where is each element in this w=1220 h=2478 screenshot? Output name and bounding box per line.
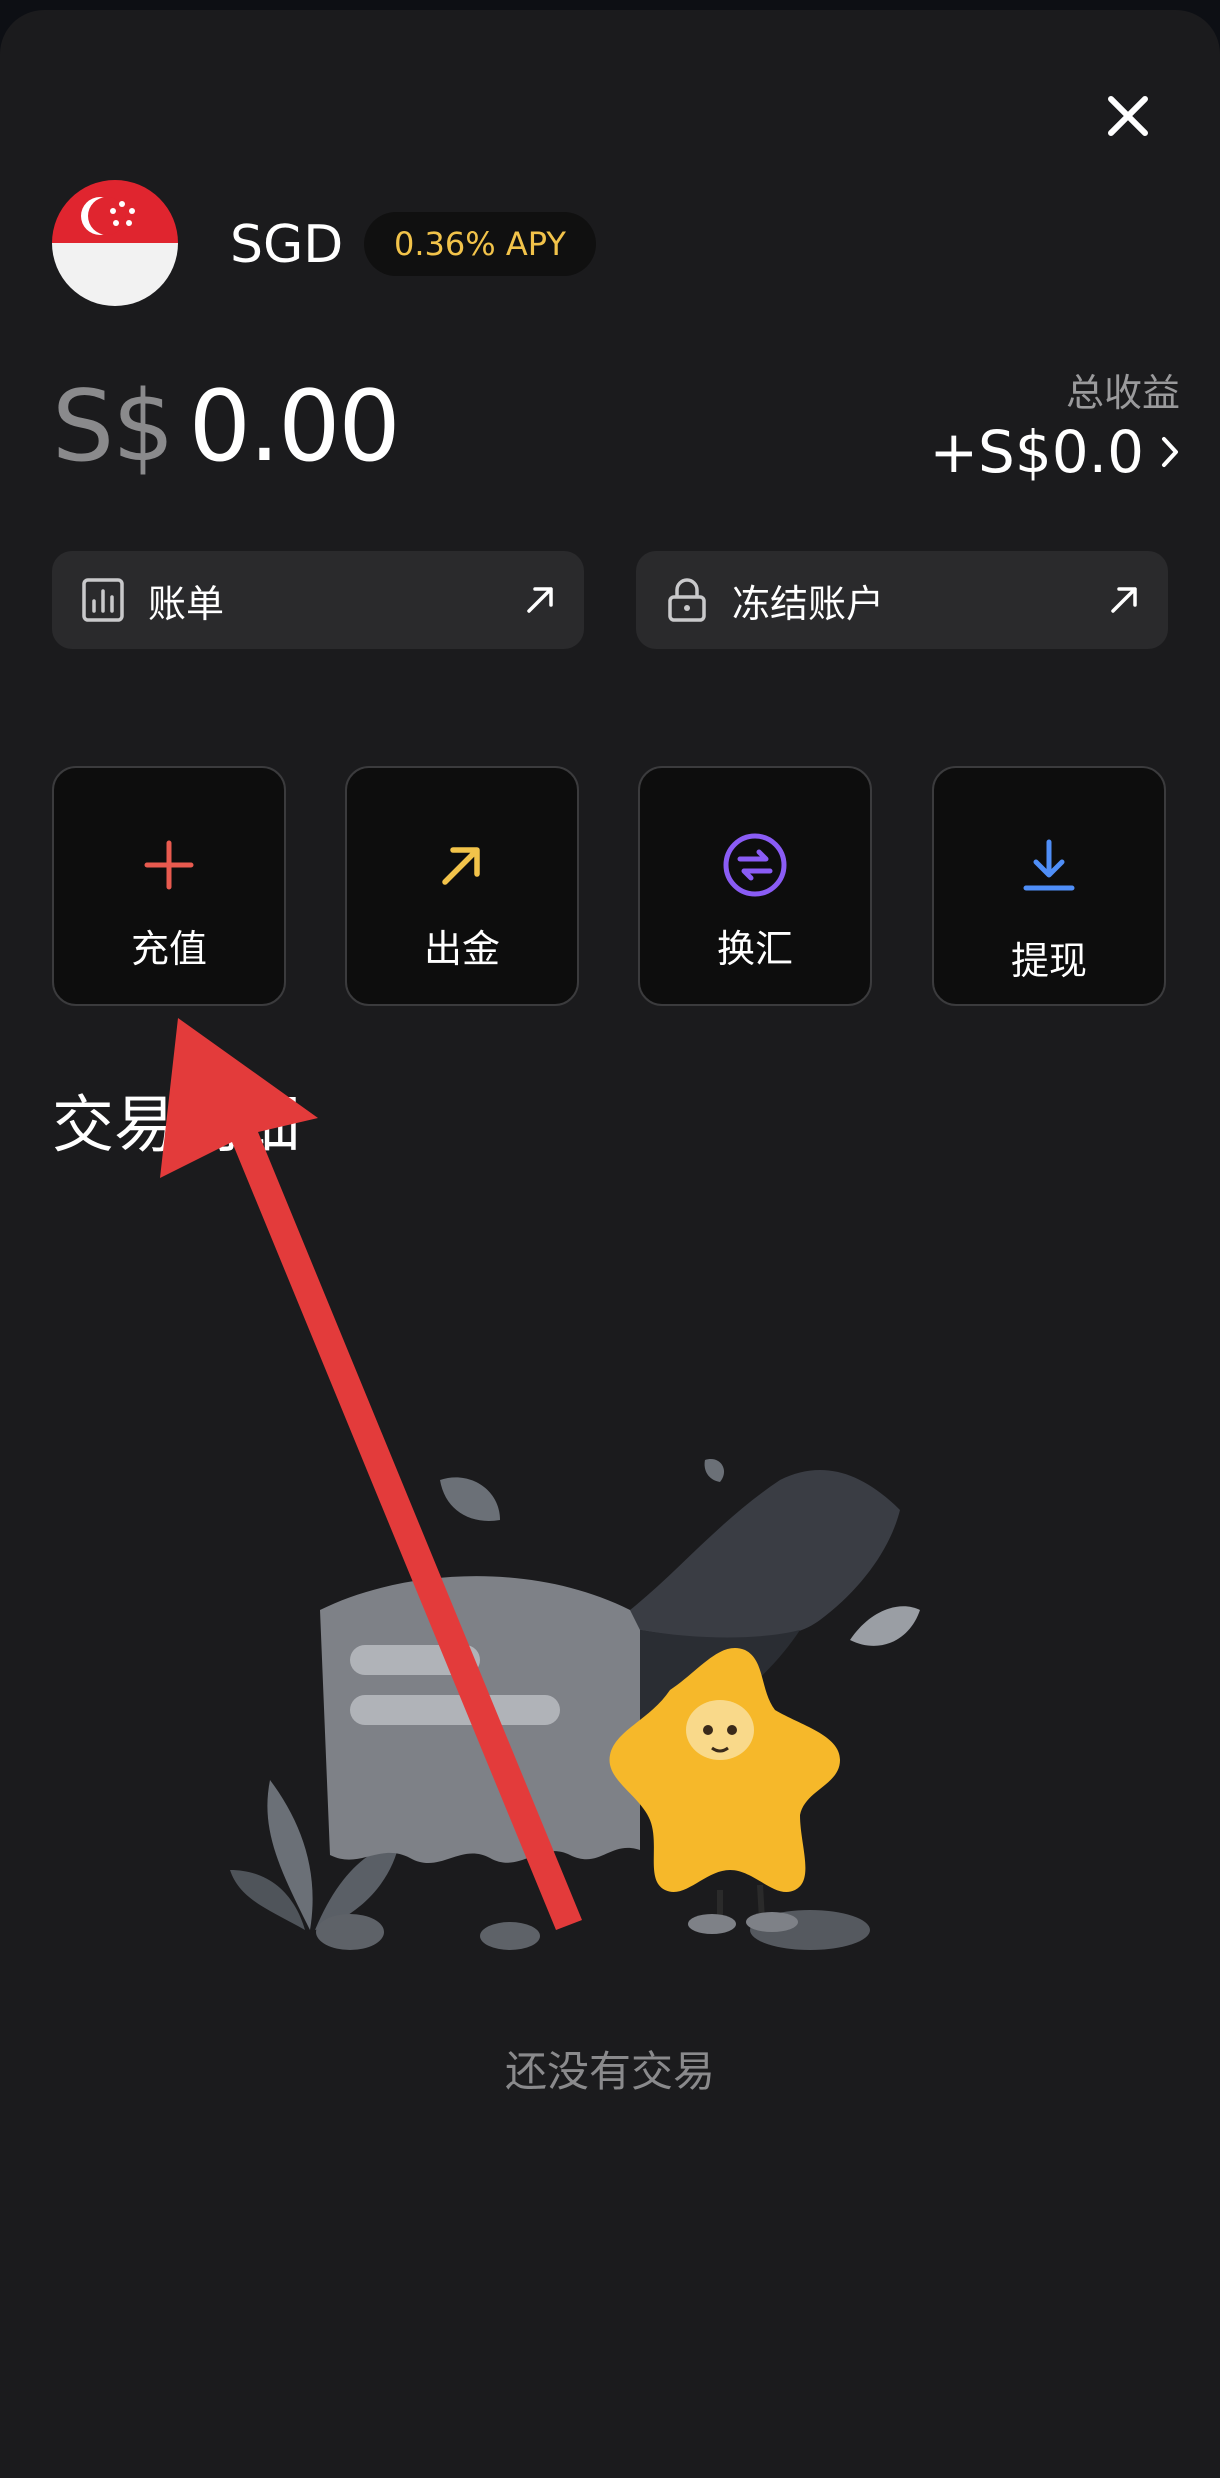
- arrow-up-right-icon: [1104, 580, 1144, 620]
- bar-chart-icon: [78, 575, 128, 625]
- withdraw-out-button[interactable]: 出金: [345, 766, 579, 1006]
- wallet-sheet: SGD 0.36% APY S$ 0.00 总收益 +S$0.0 账单 冻结账户…: [0, 10, 1220, 2478]
- lock-icon: [662, 575, 712, 625]
- total-earnings-label: 总收益: [1065, 371, 1180, 415]
- total-earnings-value: +S$0.0: [929, 418, 1144, 486]
- deposit-button[interactable]: 充值: [52, 766, 286, 1006]
- balance-symbol: S$: [52, 370, 175, 484]
- arrow-up-right-icon: [347, 830, 577, 900]
- plus-icon: [54, 830, 284, 900]
- total-earnings-link[interactable]: +S$0.0: [929, 418, 1180, 486]
- currency-code: SGD: [230, 215, 344, 275]
- bills-button[interactable]: 账单: [52, 551, 584, 649]
- arrow-up-right-icon: [520, 580, 560, 620]
- close-icon: [1108, 96, 1148, 136]
- close-button[interactable]: [1098, 86, 1158, 146]
- withdraw-button[interactable]: 提现: [932, 766, 1166, 1006]
- empty-state-text: 还没有交易: [504, 2047, 715, 2096]
- chevron-right-icon: [1162, 437, 1178, 467]
- withdraw-out-label: 出金: [423, 927, 500, 971]
- transactions-title: 交易明细: [52, 1088, 301, 1161]
- empty-state-illustration: [230, 1459, 920, 1950]
- exchange-button[interactable]: 换汇: [638, 766, 872, 1006]
- balance-amount: 0.00: [188, 370, 401, 484]
- balance: S$ 0.00: [52, 370, 401, 484]
- withdraw-label: 提现: [1010, 939, 1087, 983]
- deposit-label: 充值: [130, 927, 207, 971]
- singapore-flag-icon: [52, 180, 178, 306]
- exchange-icon: [640, 830, 870, 900]
- freeze-account-button[interactable]: 冻结账户: [636, 551, 1168, 649]
- download-icon: [934, 830, 1164, 900]
- apy-badge: 0.36% APY: [364, 212, 596, 276]
- bills-label: 账单: [148, 581, 225, 626]
- exchange-label: 换汇: [716, 927, 793, 971]
- freeze-account-label: 冻结账户: [732, 581, 885, 626]
